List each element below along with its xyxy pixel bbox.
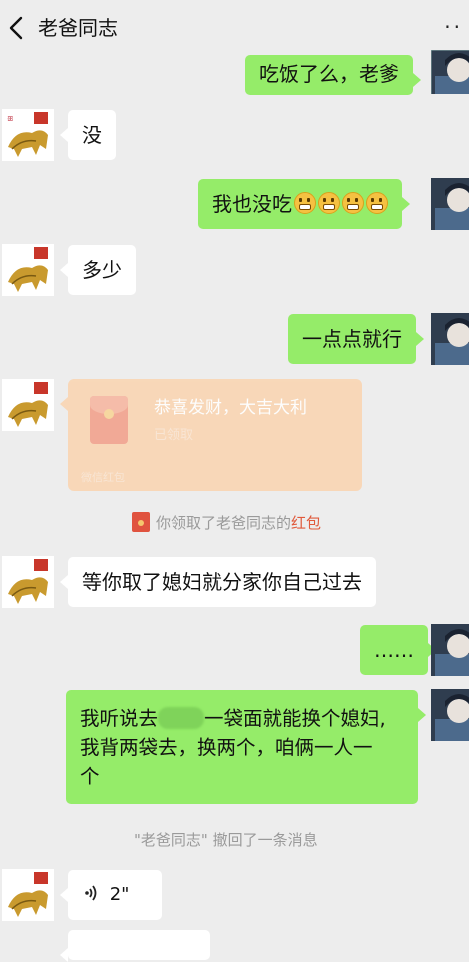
avatar-self[interactable]: [431, 624, 469, 676]
red-packet-title: 恭喜发财，大吉大利: [154, 398, 307, 418]
system-notice-red-packet: 你领取了老爸同志的红包: [132, 512, 321, 533]
system-text: 你领取了老爸同志的: [156, 514, 292, 532]
chevron-left-icon[interactable]: [6, 14, 28, 42]
message-text: 吃饭了么，老爹: [259, 62, 399, 86]
grin-emoji-icon: [342, 192, 364, 214]
red-packet-icon: [90, 396, 128, 444]
message-text: 一袋面就能换个媳妇,: [204, 707, 386, 730]
message-text: ……: [374, 638, 414, 662]
message-text: 多少: [82, 258, 122, 282]
avatar-father[interactable]: [2, 244, 54, 296]
avatar-father[interactable]: [2, 556, 54, 608]
voice-message[interactable]: 2": [60, 870, 162, 920]
message-text: 等你取了媳妇就分家你自己过去: [82, 570, 362, 594]
message-text: 我也没吃: [212, 192, 292, 216]
avatar-self[interactable]: [431, 689, 469, 741]
grin-emoji-icon: [318, 192, 340, 214]
grin-emoji-icon: [366, 192, 388, 214]
red-packet-message[interactable]: 恭喜发财，大吉大利 已领取 微信红包: [60, 379, 362, 491]
chat-header: 老爸同志 ··: [0, 0, 469, 56]
avatar-self[interactable]: [431, 313, 469, 365]
voice-duration: 2": [109, 884, 130, 905]
message-text: 我听说去: [80, 707, 159, 730]
message-bubble-incoming[interactable]: 多少: [60, 245, 136, 295]
message-text: 一点点就行: [302, 327, 402, 351]
redacted-blur: [158, 707, 205, 729]
grin-emoji-icon: [294, 192, 316, 214]
red-packet-status: 已领取: [154, 428, 194, 443]
avatar-father[interactable]: [2, 869, 54, 921]
avatar-father[interactable]: [2, 379, 54, 431]
message-bubble-outgoing[interactable]: 吃饭了么，老爹: [245, 55, 421, 95]
system-notice-recall: "老爸同志" 撤回了一条消息: [134, 831, 318, 849]
message-bubble-outgoing[interactable]: 一点点就行: [288, 314, 424, 364]
message-bubble-outgoing[interactable]: 我也没吃: [198, 179, 410, 229]
red-packet-link[interactable]: 红包: [291, 514, 321, 532]
avatar-self[interactable]: [431, 50, 469, 94]
chat-title: 老爸同志: [38, 16, 118, 40]
avatar-self[interactable]: [431, 178, 469, 230]
avatar-father[interactable]: ꕥ: [2, 109, 54, 161]
red-packet-icon: [132, 512, 150, 532]
svg-text:ꕥ: ꕥ: [7, 115, 14, 123]
message-text: 没: [82, 123, 102, 147]
message-bubble-outgoing[interactable]: ……: [360, 625, 436, 675]
message-bubble-incoming-partial[interactable]: [60, 930, 210, 962]
voice-wave-icon: [85, 885, 97, 901]
message-text: 个: [80, 765, 100, 788]
more-dots-icon[interactable]: ··: [444, 17, 463, 37]
message-bubble-incoming[interactable]: 没: [60, 110, 116, 160]
red-packet-footer: 微信红包: [81, 471, 125, 484]
message-text: 我背两袋去，换两个，咱俩一人一: [80, 736, 373, 759]
message-bubble-outgoing[interactable]: 我听说去 一袋面就能换个媳妇, 我背两袋去，换两个，咱俩一人一 个: [66, 690, 426, 804]
message-bubble-incoming[interactable]: 等你取了媳妇就分家你自己过去: [60, 557, 376, 607]
